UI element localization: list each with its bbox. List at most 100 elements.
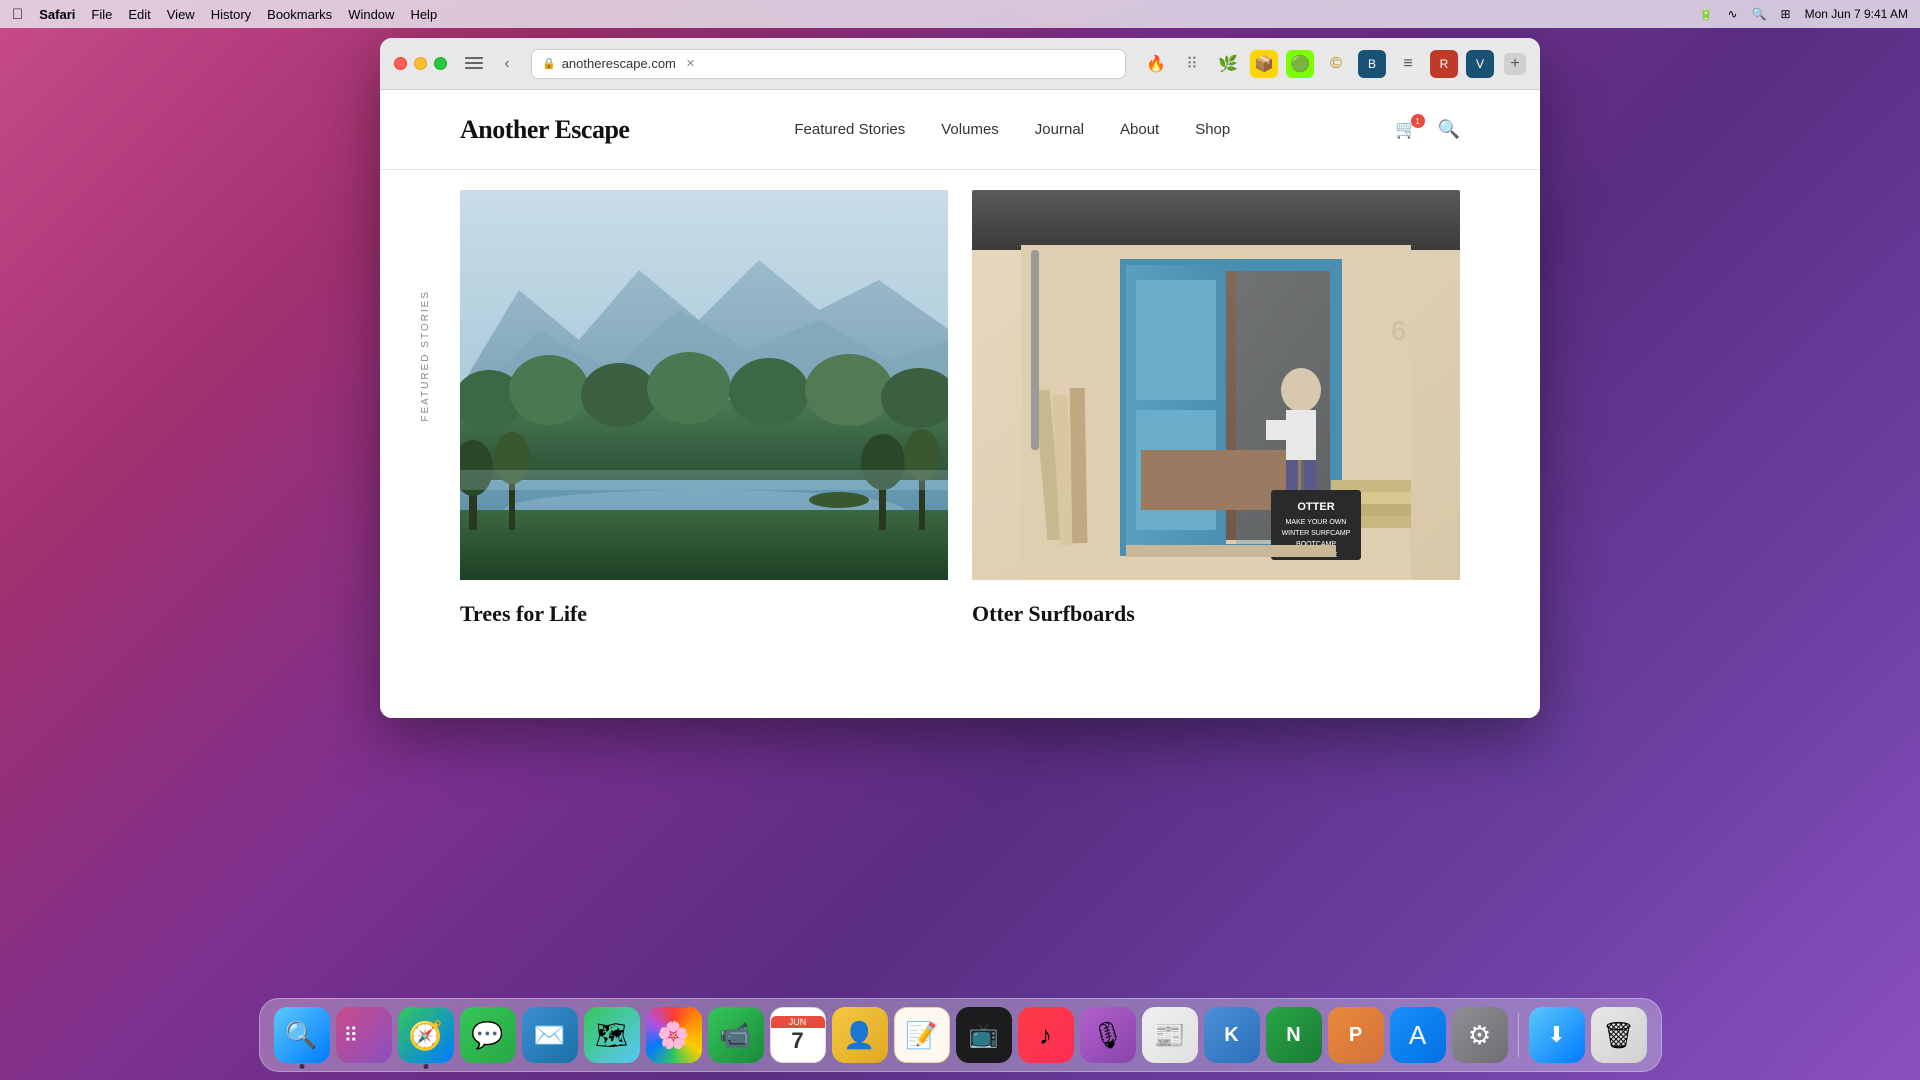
sidebar-toggle[interactable]: [465, 57, 483, 71]
dock-maps[interactable]: 🗺: [584, 1007, 640, 1063]
nav-volumes[interactable]: Volumes: [941, 121, 999, 138]
toolbar-icon-2[interactable]: ⠿: [1178, 50, 1206, 78]
finder-icon: 🔍: [285, 1020, 317, 1051]
toolbar-icon-10[interactable]: V: [1466, 50, 1494, 78]
dock-appletv[interactable]: 📺: [956, 1007, 1012, 1063]
window-menu[interactable]: Window: [348, 7, 394, 22]
toolbar-icon-9[interactable]: R: [1430, 50, 1458, 78]
nav-featured-stories[interactable]: Featured Stories: [794, 121, 905, 138]
add-tab-button[interactable]: +: [1504, 53, 1526, 75]
trash-icon: 🗑: [1602, 1020, 1635, 1051]
dock-launchpad[interactable]: ⠿: [336, 1007, 392, 1063]
dock-separator: [1518, 1013, 1519, 1057]
menu-bar-right: 🔋 ∿ 🔍 ⊞ Mon Jun 7 9:41 AM: [1699, 7, 1908, 21]
stories-grid: THE NATURAL WORLD VOLUME Trees for Life: [460, 190, 1460, 627]
toolbar-icon-7[interactable]: B: [1358, 50, 1386, 78]
traffic-lights: [394, 57, 447, 70]
dock-contacts[interactable]: 👤: [832, 1007, 888, 1063]
cart-button[interactable]: 🛒 1: [1395, 119, 1417, 140]
dock-appstore[interactable]: A: [1390, 1007, 1446, 1063]
nav-shop[interactable]: Shop: [1195, 121, 1230, 138]
story-card-trees[interactable]: THE NATURAL WORLD VOLUME Trees for Life: [460, 190, 948, 627]
messages-icon: 💬: [471, 1020, 503, 1051]
svg-text:6: 6: [1391, 315, 1407, 346]
search-button[interactable]: 🔍: [1438, 119, 1460, 140]
svg-text:MAKE YOUR OWN: MAKE YOUR OWN: [1286, 519, 1347, 526]
svg-text:WINTER SURFCAMP: WINTER SURFCAMP: [1282, 530, 1351, 537]
browser-chrome: ‹ 🔒 anotherescape.com ✕ 🔥 ⠿ 🌿 📦 🟢 © B ≡ …: [380, 38, 1540, 90]
browser-toolbar-icons: 🔥 ⠿ 🌿 📦 🟢 © B ≡ R V: [1142, 50, 1494, 78]
dock-music[interactable]: ♪: [1018, 1007, 1074, 1063]
keynote-icon: K: [1224, 1024, 1238, 1047]
menu-bar-search[interactable]: 🔍: [1752, 7, 1767, 21]
dock-calendar[interactable]: JUN 7: [770, 1007, 826, 1063]
nav-about[interactable]: About: [1120, 121, 1159, 138]
app-name-menu[interactable]: Safari: [39, 7, 75, 22]
edit-menu[interactable]: Edit: [128, 7, 150, 22]
file-menu[interactable]: File: [91, 7, 112, 22]
featured-stories-section: FEATURED STORIES: [380, 170, 1540, 667]
dock-news[interactable]: 📰: [1142, 1007, 1198, 1063]
bookmarks-menu[interactable]: Bookmarks: [267, 7, 332, 22]
site-logo[interactable]: Another Escape: [460, 115, 629, 145]
menu-bar-wifi: ∿: [1728, 7, 1738, 21]
contacts-icon: 👤: [843, 1020, 875, 1051]
podcasts-icon: 🎙: [1091, 1020, 1124, 1051]
otter-surfboards-image: OTTER MAKE YOUR OWN WINTER SURFCAMP BOOT…: [972, 190, 1460, 580]
menu-bar-controlcenter[interactable]: ⊞: [1781, 7, 1791, 21]
sysprefs-icon: ⚙: [1468, 1020, 1491, 1051]
appletv-icon: 📺: [969, 1021, 999, 1050]
menu-bar-left:  Safari File Edit View History Bookmark…: [12, 6, 437, 23]
maximize-button[interactable]: [434, 57, 447, 70]
story-title-1: Trees for Life: [460, 601, 948, 627]
dock-keynote[interactable]: K: [1204, 1007, 1260, 1063]
dock-photos[interactable]: 🌸: [646, 1007, 702, 1063]
reminders-icon: 📝: [905, 1020, 937, 1051]
dock-trash[interactable]: 🗑: [1591, 1007, 1647, 1063]
dock-airdrop[interactable]: ⬇: [1529, 1007, 1585, 1063]
dock-messages[interactable]: 💬: [460, 1007, 516, 1063]
story-image-wrapper-otter: OTTER MAKE YOUR OWN WINTER SURFCAMP BOOT…: [972, 190, 1460, 585]
view-menu[interactable]: View: [167, 7, 195, 22]
toolbar-icon-5[interactable]: 🟢: [1286, 50, 1314, 78]
maps-icon: 🗺: [595, 1020, 628, 1051]
address-bar[interactable]: 🔒 anotherescape.com ✕: [531, 49, 1126, 79]
reload-icon[interactable]: ✕: [686, 57, 695, 70]
toolbar-icon-8[interactable]: ≡: [1394, 50, 1422, 78]
safari-icon: 🧭: [408, 1019, 443, 1052]
pages-icon: P: [1349, 1024, 1362, 1047]
dock-area: 🔍 ⠿ 🧭 💬 ✉️ 🗺 🌸 📹: [0, 980, 1920, 1080]
dock-podcasts[interactable]: 🎙: [1080, 1007, 1136, 1063]
safari-dot: [423, 1064, 428, 1069]
minimize-button[interactable]: [414, 57, 427, 70]
dock-numbers[interactable]: N: [1266, 1007, 1322, 1063]
calendar-date: 7: [791, 1028, 803, 1054]
story-card-otter[interactable]: OTTER MAKE YOUR OWN WINTER SURFCAMP BOOT…: [972, 190, 1460, 627]
airdrop-icon: ⬇: [1547, 1022, 1565, 1048]
photos-icon: 🌸: [657, 1020, 689, 1051]
back-arrow-icon: ‹: [504, 55, 509, 73]
menu-bar-battery: 🔋: [1699, 7, 1714, 21]
apple-menu[interactable]: : [12, 6, 23, 23]
dock-facetime[interactable]: 📹: [708, 1007, 764, 1063]
toolbar-icon-6[interactable]: ©: [1322, 50, 1350, 78]
dock-reminders[interactable]: 📝: [894, 1007, 950, 1063]
dock-mail[interactable]: ✉️: [522, 1007, 578, 1063]
dock-pages[interactable]: P: [1328, 1007, 1384, 1063]
toolbar-icon-1[interactable]: 🔥: [1142, 50, 1170, 78]
toolbar-icon-3[interactable]: 🌿: [1214, 50, 1242, 78]
toolbar-icon-4[interactable]: 📦: [1250, 50, 1278, 78]
section-label: FEATURED STORIES: [420, 290, 431, 422]
dock: 🔍 ⠿ 🧭 💬 ✉️ 🗺 🌸 📹: [259, 998, 1662, 1072]
numbers-icon: N: [1286, 1024, 1300, 1047]
cart-badge: 1: [1411, 114, 1425, 128]
history-menu[interactable]: History: [211, 7, 251, 22]
dock-sysprefs[interactable]: ⚙: [1452, 1007, 1508, 1063]
help-menu[interactable]: Help: [410, 7, 437, 22]
music-icon: ♪: [1039, 1020, 1052, 1051]
dock-finder[interactable]: 🔍: [274, 1007, 330, 1063]
nav-journal[interactable]: Journal: [1035, 121, 1084, 138]
dock-safari[interactable]: 🧭: [398, 1007, 454, 1063]
back-button[interactable]: ‹: [493, 50, 521, 78]
close-button[interactable]: [394, 57, 407, 70]
